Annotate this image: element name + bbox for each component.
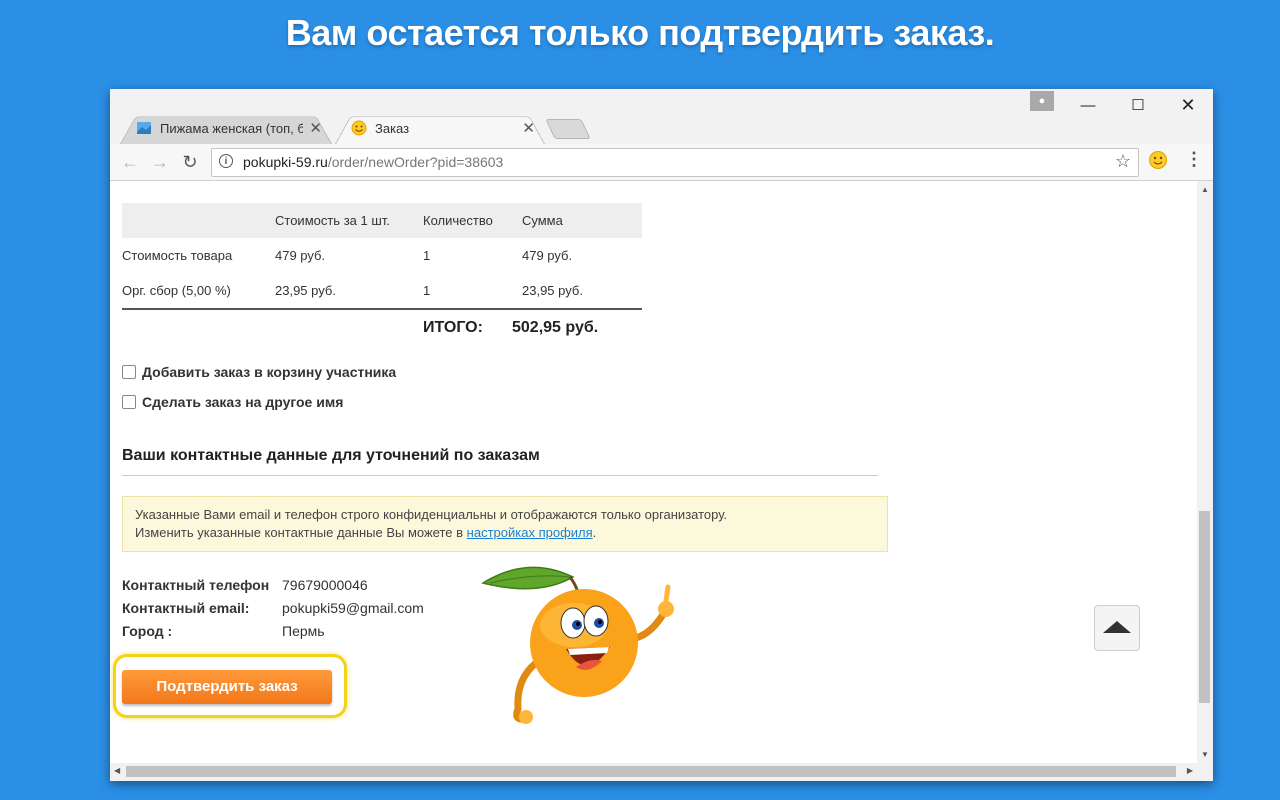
- vertical-scrollbar[interactable]: ▲ ▼: [1197, 181, 1213, 763]
- bookmark-star-icon[interactable]: ☆: [1115, 151, 1131, 172]
- arrow-up-icon: [1103, 621, 1131, 633]
- url-text: pokupki-59.ru/order/newOrder?pid=38603: [243, 154, 504, 170]
- menu-icon[interactable]: ⋮: [1185, 149, 1203, 170]
- table-header-cell: Стоимость за 1 шт.: [275, 203, 423, 238]
- city-value: Пермь: [282, 623, 325, 639]
- browser-window: Пижама женская (топ, б ✕ Заказ ✕ ● — ☐ ✕…: [110, 89, 1213, 781]
- scroll-left-arrow-icon[interactable]: ◀: [114, 766, 120, 775]
- horizontal-scrollbar[interactable]: ◀ ▶: [110, 763, 1213, 781]
- table-cell: 479 руб.: [275, 248, 326, 263]
- tab-close-icon[interactable]: ✕: [522, 119, 535, 137]
- table-cell: 1: [423, 248, 431, 263]
- notice-line: Указанные Вами email и телефон строго ко…: [135, 507, 728, 522]
- other-name-checkbox[interactable]: Сделать заказ на другое имя: [122, 394, 343, 410]
- table-cell: 23,95 руб.: [275, 273, 423, 310]
- table-row: Стоимость товара 479 руб. 1 479 руб.: [122, 238, 642, 273]
- table-header-row: Стоимость за 1 шт. Количество Сумма: [122, 203, 642, 238]
- profile-icon[interactable]: ●: [1030, 91, 1054, 111]
- address-bar[interactable]: i pokupki-59.ru/order/newOrder?pid=38603…: [211, 148, 1139, 177]
- notice-line: Изменить указанные контактные данные Вы …: [135, 525, 597, 540]
- total-label: ИТОГО:: [423, 319, 483, 336]
- profile-settings-link[interactable]: настройках профиля: [467, 525, 593, 540]
- tab-pajama[interactable]: Пижама женская (топ, б ✕: [120, 111, 332, 144]
- checkbox-box[interactable]: [122, 365, 136, 379]
- city-label: Город :: [122, 623, 173, 639]
- table-cell: 1: [423, 273, 522, 310]
- orange-mascot-icon: [481, 566, 674, 724]
- table-cell: Стоимость товара: [122, 248, 233, 263]
- new-tab-button[interactable]: [545, 119, 591, 139]
- scroll-to-top-button[interactable]: [1094, 605, 1140, 651]
- confirm-order-button[interactable]: Подтвердить заказ: [122, 670, 332, 704]
- scroll-right-arrow-icon[interactable]: ▶: [1187, 766, 1193, 775]
- scroll-down-arrow-icon[interactable]: ▼: [1197, 750, 1213, 759]
- table-cell: 479 руб.: [522, 248, 573, 263]
- table-header-cell: [122, 203, 275, 238]
- image-favicon-icon: [137, 122, 151, 134]
- smiley-favicon-icon: [351, 120, 367, 136]
- browser-toolbar: ← → ↻ i pokupki-59.ru/order/newOrder?pid…: [110, 144, 1213, 181]
- table-cell: Орг. сбор (5,00 %): [122, 273, 275, 310]
- email-label: Контактный email:: [122, 600, 250, 616]
- back-icon[interactable]: ←: [118, 150, 142, 174]
- forward-icon[interactable]: →: [148, 150, 172, 174]
- scroll-up-arrow-icon[interactable]: ▲: [1197, 185, 1213, 194]
- info-icon[interactable]: i: [219, 154, 233, 168]
- horizontal-scroll-thumb[interactable]: [126, 766, 1176, 777]
- maximize-icon[interactable]: ☐: [1115, 89, 1161, 121]
- table-row: Орг. сбор (5,00 %) 23,95 руб. 1 23,95 ру…: [122, 273, 642, 310]
- tab-label: Пижама женская (топ, б: [160, 120, 304, 136]
- tab-label: Заказ: [375, 120, 410, 136]
- privacy-notice: Указанные Вами email и телефон строго ко…: [122, 496, 888, 552]
- reload-icon[interactable]: ↻: [178, 150, 202, 174]
- table-header-cell: Сумма: [522, 203, 642, 238]
- checkbox-label: Сделать заказ на другое имя: [142, 394, 344, 410]
- contacts-section-title: Ваши контактные данные для уточнений по …: [122, 447, 878, 476]
- phone-value: 79679000046: [282, 577, 368, 593]
- headline: Вам остается только подтвердить заказ.: [285, 12, 995, 53]
- email-value: pokupki59@gmail.com: [282, 600, 424, 616]
- total-value: 502,95 руб.: [512, 319, 599, 336]
- checkbox-label: Добавить заказ в корзину участника: [142, 364, 397, 380]
- table-cell: 23,95 руб.: [522, 273, 642, 310]
- order-cost-table: Стоимость за 1 шт. Количество Сумма Стои…: [122, 203, 642, 310]
- smiley-extension-icon[interactable]: [1148, 150, 1168, 170]
- minimize-icon[interactable]: —: [1065, 89, 1111, 121]
- title-bar: Пижама женская (топ, б ✕ Заказ ✕ ● — ☐ ✕: [110, 89, 1213, 144]
- checkbox-box[interactable]: [122, 395, 136, 409]
- phone-label: Контактный телефон: [122, 577, 270, 593]
- table-header-cell: Количество: [423, 203, 522, 238]
- tab-close-icon[interactable]: ✕: [309, 119, 322, 137]
- close-window-icon[interactable]: ✕: [1165, 89, 1211, 121]
- add-to-cart-checkbox[interactable]: Добавить заказ в корзину участника: [122, 364, 396, 380]
- page-content: Стоимость за 1 шт. Количество Сумма Стои…: [110, 181, 1198, 763]
- vertical-scroll-thumb[interactable]: [1199, 511, 1210, 703]
- tab-order[interactable]: Заказ ✕: [335, 111, 545, 144]
